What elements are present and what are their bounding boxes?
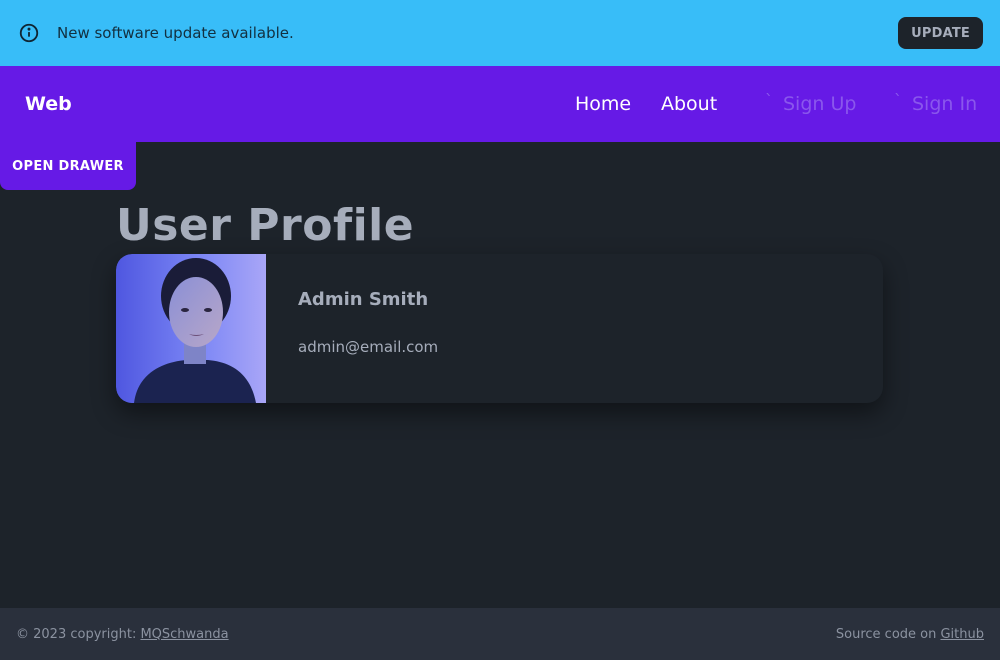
nav-link-sign-up[interactable]: ` Sign Up <box>765 91 857 115</box>
github-link[interactable]: Github <box>940 627 984 642</box>
copyright-prefix: © 2023 copyright: <box>16 626 141 642</box>
update-button[interactable]: UPDATE <box>898 17 983 49</box>
profile-name: Admin Smith <box>298 289 429 310</box>
copyright-text: © 2023 copyright: MQSchwanda <box>16 627 229 642</box>
page-title: User Profile <box>116 200 415 251</box>
open-drawer-button[interactable]: OPEN DRAWER <box>0 142 136 190</box>
nav-link-home[interactable]: Home <box>575 93 631 115</box>
profile-email: admin@email.com <box>298 338 439 356</box>
sign-in-label: Sign In <box>912 93 978 115</box>
update-alert: New software update available. UPDATE <box>0 0 1000 66</box>
avatar <box>116 254 266 403</box>
brand-logo[interactable]: Web <box>25 93 72 115</box>
nav-link-about[interactable]: About <box>661 93 717 115</box>
backtick-glyph: ` <box>765 91 773 110</box>
nav-link-sign-in[interactable]: ` Sign In <box>894 91 978 115</box>
footer: © 2023 copyright: MQSchwanda Source code… <box>0 608 1000 660</box>
backtick-glyph: ` <box>894 91 902 110</box>
source-prefix: Source code on <box>835 626 941 642</box>
info-icon <box>18 22 40 44</box>
sign-up-label: Sign Up <box>783 93 857 115</box>
source-text: Source code on Github <box>836 627 984 642</box>
alert-message: New software update available. <box>57 24 294 42</box>
navbar: Web Home About ` Sign Up ` Sign In <box>0 66 1000 142</box>
profile-card: Admin Smith admin@email.com <box>116 254 883 403</box>
page: New software update available. UPDATE We… <box>0 0 1000 660</box>
author-link[interactable]: MQSchwanda <box>140 627 228 642</box>
